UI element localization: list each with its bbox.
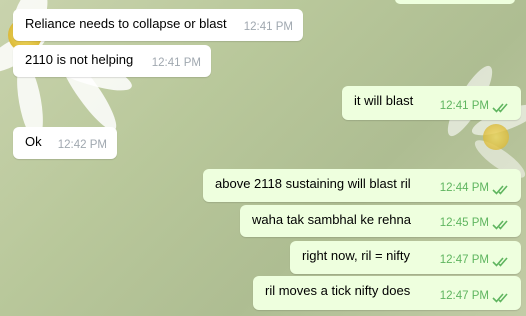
message-text: ril moves a tick nifty does xyxy=(265,283,411,298)
message-text: Reliance needs to collapse or blast xyxy=(25,16,227,31)
message-time: 12:47 PM xyxy=(439,290,489,302)
message-text: Ok xyxy=(25,134,42,149)
message-time: 12:47 PM xyxy=(439,254,489,266)
double-check-icon xyxy=(492,103,508,113)
message-bubble-outgoing[interactable]: it will blast 12:41 PM xyxy=(342,86,521,120)
message-time: 12:45 PM xyxy=(439,217,489,229)
double-check-icon xyxy=(492,220,508,230)
message-text: waha tak sambhal ke rehna xyxy=(252,212,411,227)
message-bubble-incoming[interactable]: Ok 12:42 PM xyxy=(13,127,117,159)
message-bubble-outgoing[interactable]: waha tak sambhal ke rehna 12:45 PM xyxy=(240,205,521,237)
message-text: above 2118 sustaining will blast ril xyxy=(215,176,411,191)
previous-message-bubble xyxy=(395,0,515,4)
message-bubble-outgoing[interactable]: right now, ril = nifty 12:47 PM xyxy=(290,241,521,274)
double-check-icon xyxy=(492,185,508,195)
message-bubble-incoming[interactable]: Reliance needs to collapse or blast 12:4… xyxy=(13,9,303,41)
message-bubble-incoming[interactable]: 2110 is not helping 12:41 PM xyxy=(13,45,211,77)
message-time: 12:44 PM xyxy=(439,182,489,194)
double-check-icon xyxy=(492,257,508,267)
message-time: 12:41 PM xyxy=(243,21,293,33)
message-time: 12:41 PM xyxy=(439,100,489,112)
message-time: 12:41 PM xyxy=(151,57,201,69)
message-time: 12:42 PM xyxy=(57,139,107,151)
message-bubble-outgoing[interactable]: ril moves a tick nifty does 12:47 PM xyxy=(253,276,521,310)
message-bubble-outgoing[interactable]: above 2118 sustaining will blast ril 12:… xyxy=(203,169,521,202)
double-check-icon xyxy=(492,293,508,303)
message-text: 2110 is not helping xyxy=(25,52,134,67)
message-text: it will blast xyxy=(354,93,414,108)
message-text: right now, ril = nifty xyxy=(302,248,411,263)
